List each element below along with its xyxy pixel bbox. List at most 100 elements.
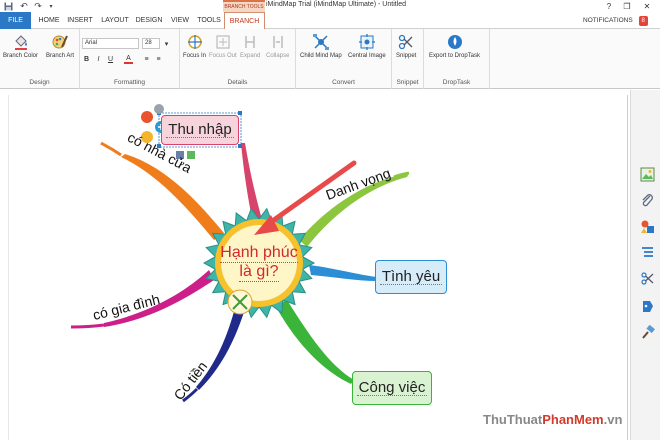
droptask-group-label: DropTask bbox=[442, 79, 471, 86]
window-title: iMindMap Trial (iMindMap Ultimate) - Unt… bbox=[266, 1, 407, 8]
topic-cong-viec-label: Công việc bbox=[356, 379, 428, 396]
selection-handle[interactable] bbox=[238, 111, 242, 115]
attachment-icon[interactable] bbox=[639, 192, 655, 208]
droptask-group: Export to DropTask DropTask bbox=[424, 29, 490, 89]
central-image-icon bbox=[358, 33, 376, 51]
bold-button[interactable]: B bbox=[82, 55, 91, 64]
focus-out-icon bbox=[214, 33, 232, 51]
snippet-group-label: Snippet bbox=[396, 79, 419, 86]
underline-co-nha-cua bbox=[100, 141, 122, 157]
italic-button[interactable]: I bbox=[94, 55, 103, 64]
branch-art-label: Branch Art bbox=[46, 53, 75, 59]
topic-cong-viec[interactable]: Công việc bbox=[352, 371, 432, 405]
font-name-select[interactable]: Arial bbox=[82, 38, 139, 49]
outline-list-icon[interactable] bbox=[639, 244, 655, 260]
mind-map-canvas[interactable]: Hạnh phúc là gì? Thu nhập Tình yêu Công … bbox=[8, 95, 628, 440]
paint-bucket-icon bbox=[12, 33, 30, 51]
scissors-icon bbox=[397, 33, 415, 51]
undo-icon[interactable]: ↶ bbox=[19, 1, 29, 11]
tab-layout[interactable]: LAYOUT bbox=[100, 12, 130, 29]
notifications-label: NOTIFICATIONS bbox=[583, 17, 633, 24]
more-options-icon[interactable] bbox=[154, 104, 164, 114]
branch-color-label: Branch Color bbox=[3, 53, 39, 59]
droptask-icon bbox=[446, 33, 464, 51]
child-mind-map-label: Child Mind Map bbox=[300, 53, 342, 59]
align-center-icon[interactable]: ≡ bbox=[154, 55, 163, 64]
design-group-label: Design bbox=[29, 79, 50, 86]
focus-out-label: Focus Out bbox=[209, 53, 237, 59]
central-image-button[interactable]: Central Image bbox=[348, 33, 386, 59]
help-button[interactable]: ? bbox=[602, 0, 616, 12]
ribbon-tab-bar: FILE HOME INSERT LAYOUT DESIGN VIEW TOOL… bbox=[0, 12, 660, 30]
save-icon[interactable] bbox=[3, 1, 13, 11]
branch-art-button[interactable]: Branch Art bbox=[46, 33, 74, 59]
focus-out-button[interactable]: Focus Out bbox=[209, 33, 237, 59]
collapse-button[interactable]: Collapse bbox=[266, 33, 289, 59]
underline-co-gia-dinh bbox=[70, 323, 105, 329]
branch-color-button[interactable]: Branch Color bbox=[3, 33, 38, 59]
topic-thu-nhap[interactable]: Thu nhập bbox=[161, 115, 239, 145]
redo-icon[interactable]: ↷ bbox=[33, 1, 43, 11]
tag-icon[interactable] bbox=[639, 298, 655, 314]
branch-tinh-yeu[interactable] bbox=[309, 265, 377, 281]
focus-in-button[interactable]: Focus In bbox=[183, 33, 206, 59]
watermark-part1: ThuThuat bbox=[483, 412, 543, 427]
selection-handle[interactable] bbox=[238, 144, 242, 148]
site-watermark: ThuThuatPhanMem.vn bbox=[483, 412, 622, 427]
font-size-dropdown-icon[interactable]: ▾ bbox=[162, 39, 171, 48]
ribbon: Branch Color Branch Art Design Arial 28 … bbox=[0, 29, 660, 89]
mind-map-branches bbox=[70, 104, 410, 403]
snippet-group: Snippet Snippet bbox=[392, 29, 424, 89]
collapse-label: Collapse bbox=[266, 53, 290, 59]
central-idea-line2: là gì? bbox=[239, 263, 279, 282]
convert-group-label: Convert bbox=[332, 79, 355, 86]
close-button[interactable]: ✕ bbox=[640, 0, 654, 12]
convert-group: Child Mind Map Central Image Convert bbox=[296, 29, 392, 89]
formatting-group: Arial 28 ▾ B I U A ≡ ≡ Formatting bbox=[80, 29, 180, 89]
watermark-part2: PhanMem bbox=[542, 412, 604, 427]
watermark-part3: .vn bbox=[603, 412, 623, 427]
export-to-droptask-label: Export to DropTask bbox=[429, 53, 481, 59]
collapse-icon bbox=[269, 33, 287, 51]
central-image-label: Central Image bbox=[348, 53, 386, 59]
font-color-button[interactable]: A bbox=[124, 55, 133, 64]
tab-tools[interactable]: TOOLS bbox=[196, 12, 222, 29]
topic-tinh-yeu-label: Tình yêu bbox=[379, 268, 443, 285]
tab-home[interactable]: HOME bbox=[34, 12, 64, 29]
snippet-panel-icon[interactable] bbox=[639, 270, 655, 286]
child-mind-map-button[interactable]: Child Mind Map bbox=[300, 33, 342, 59]
color-wheel-icon[interactable] bbox=[141, 111, 153, 123]
focus-in-label: Focus In bbox=[183, 53, 207, 59]
notifications-button[interactable]: NOTIFICATIONS 8 bbox=[583, 12, 648, 29]
expand-button[interactable]: Expand bbox=[240, 33, 260, 59]
expand-label: Expand bbox=[240, 53, 261, 59]
topic-thu-nhap-label: Thu nhập bbox=[166, 121, 234, 138]
app-window: ↶ ↷ ▾ BRANCH TOOLS iMindMap Trial (iMind… bbox=[0, 0, 660, 440]
central-idea-line1: Hạnh phúc bbox=[220, 244, 298, 263]
snippet-button[interactable]: Snippet bbox=[396, 33, 416, 59]
image-library-icon[interactable] bbox=[639, 166, 655, 182]
tab-design[interactable]: DESIGN bbox=[135, 12, 163, 29]
tab-view[interactable]: VIEW bbox=[169, 12, 191, 29]
focus-in-icon bbox=[186, 33, 204, 51]
details-group-label: Details bbox=[227, 79, 248, 86]
restore-button[interactable]: ❐ bbox=[620, 0, 634, 12]
formatting-group-label: Formatting bbox=[113, 79, 146, 86]
tab-insert[interactable]: INSERT bbox=[66, 12, 94, 29]
underline-button[interactable]: U bbox=[106, 55, 115, 64]
format-painter-icon[interactable] bbox=[639, 324, 655, 340]
branch-tools-caption: BRANCH TOOLS bbox=[223, 0, 265, 12]
align-left-icon[interactable]: ≡ bbox=[142, 55, 151, 64]
tab-branch[interactable]: BRANCH bbox=[224, 12, 265, 30]
canvas-area: Hạnh phúc là gì? Thu nhập Tình yêu Công … bbox=[0, 90, 630, 440]
branch-cong-viec[interactable] bbox=[275, 300, 354, 384]
font-size-select[interactable]: 28 bbox=[142, 38, 160, 49]
topic-tinh-yeu[interactable]: Tình yêu bbox=[375, 260, 447, 294]
shapes-icon[interactable] bbox=[639, 218, 655, 234]
details-group: Focus In Focus Out Expand Collapse Detai… bbox=[180, 29, 296, 89]
child-mind-map-icon bbox=[312, 33, 330, 51]
quick-access-menu-icon[interactable]: ▾ bbox=[46, 1, 56, 11]
tab-file[interactable]: FILE bbox=[0, 12, 31, 29]
central-idea[interactable]: Hạnh phúc là gì? bbox=[214, 236, 304, 290]
export-to-droptask-button[interactable]: Export to DropTask bbox=[429, 33, 480, 59]
